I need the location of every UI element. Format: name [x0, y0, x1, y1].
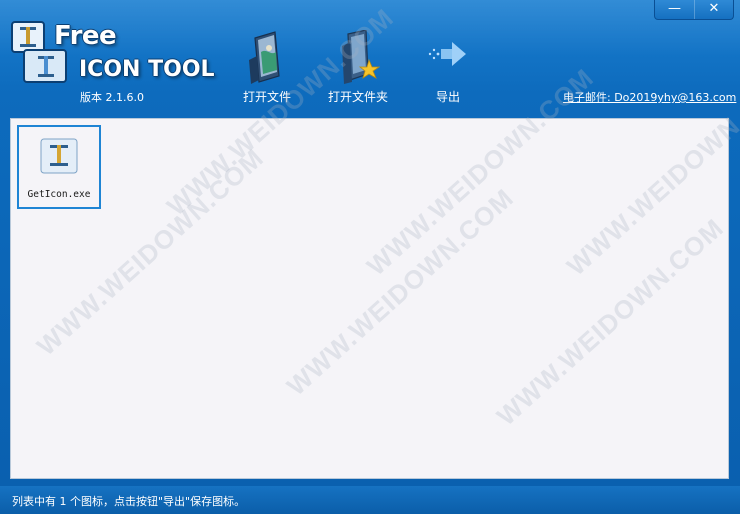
- open-file-icon: [249, 31, 280, 84]
- icon-list-area[interactable]: WWW.WEIDOWN.COM WWW.WEIDOWN.COM WWW.WEID…: [10, 2, 740, 479]
- close-button[interactable]: ✕: [693, 0, 733, 19]
- app-window: — ✕ Free ICON TOOL 版本 2.1.6.0 打开文件 打开文件夹…: [0, 0, 740, 514]
- file-name: GetIcon.exe: [27, 189, 91, 200]
- version-label: 版本 2.1.6.0: [80, 91, 144, 104]
- app-icon: [40, 138, 78, 174]
- export-button[interactable]: 导出: [408, 30, 488, 106]
- file-item[interactable]: GetIcon.exe: [17, 125, 101, 209]
- watermark: WWW.WEIDOWN.COM: [491, 212, 730, 432]
- open-file-label: 打开文件: [242, 90, 291, 104]
- open-folder-icon: [342, 30, 380, 84]
- minimize-button[interactable]: —: [655, 0, 694, 19]
- open-folder-label: 打开文件夹: [327, 90, 388, 104]
- export-label: 导出: [435, 90, 460, 104]
- watermark: WWW.WEIDOWN.COM: [281, 182, 520, 402]
- window-controls: — ✕: [654, 0, 734, 20]
- header-bar: — ✕ Free ICON TOOL 版本 2.1.6.0 打开文件 打开文件夹…: [0, 0, 740, 112]
- logo-free-text: Free: [54, 21, 117, 51]
- export-arrow-icon: [428, 42, 466, 66]
- app-logo: Free ICON TOOL: [10, 20, 230, 90]
- open-file-button[interactable]: 打开文件: [227, 30, 307, 106]
- status-bar: 列表中有 1 个图标，点击按钮"导出"保存图标。: [0, 486, 740, 514]
- logo-tool-text: ICON TOOL: [79, 57, 215, 82]
- email-link[interactable]: 电子邮件: Do2019yhy@163.com: [563, 89, 736, 105]
- status-text: 列表中有 1 个图标，点击按钮"导出"保存图标。: [12, 495, 246, 508]
- open-folder-button[interactable]: 打开文件夹: [318, 30, 398, 106]
